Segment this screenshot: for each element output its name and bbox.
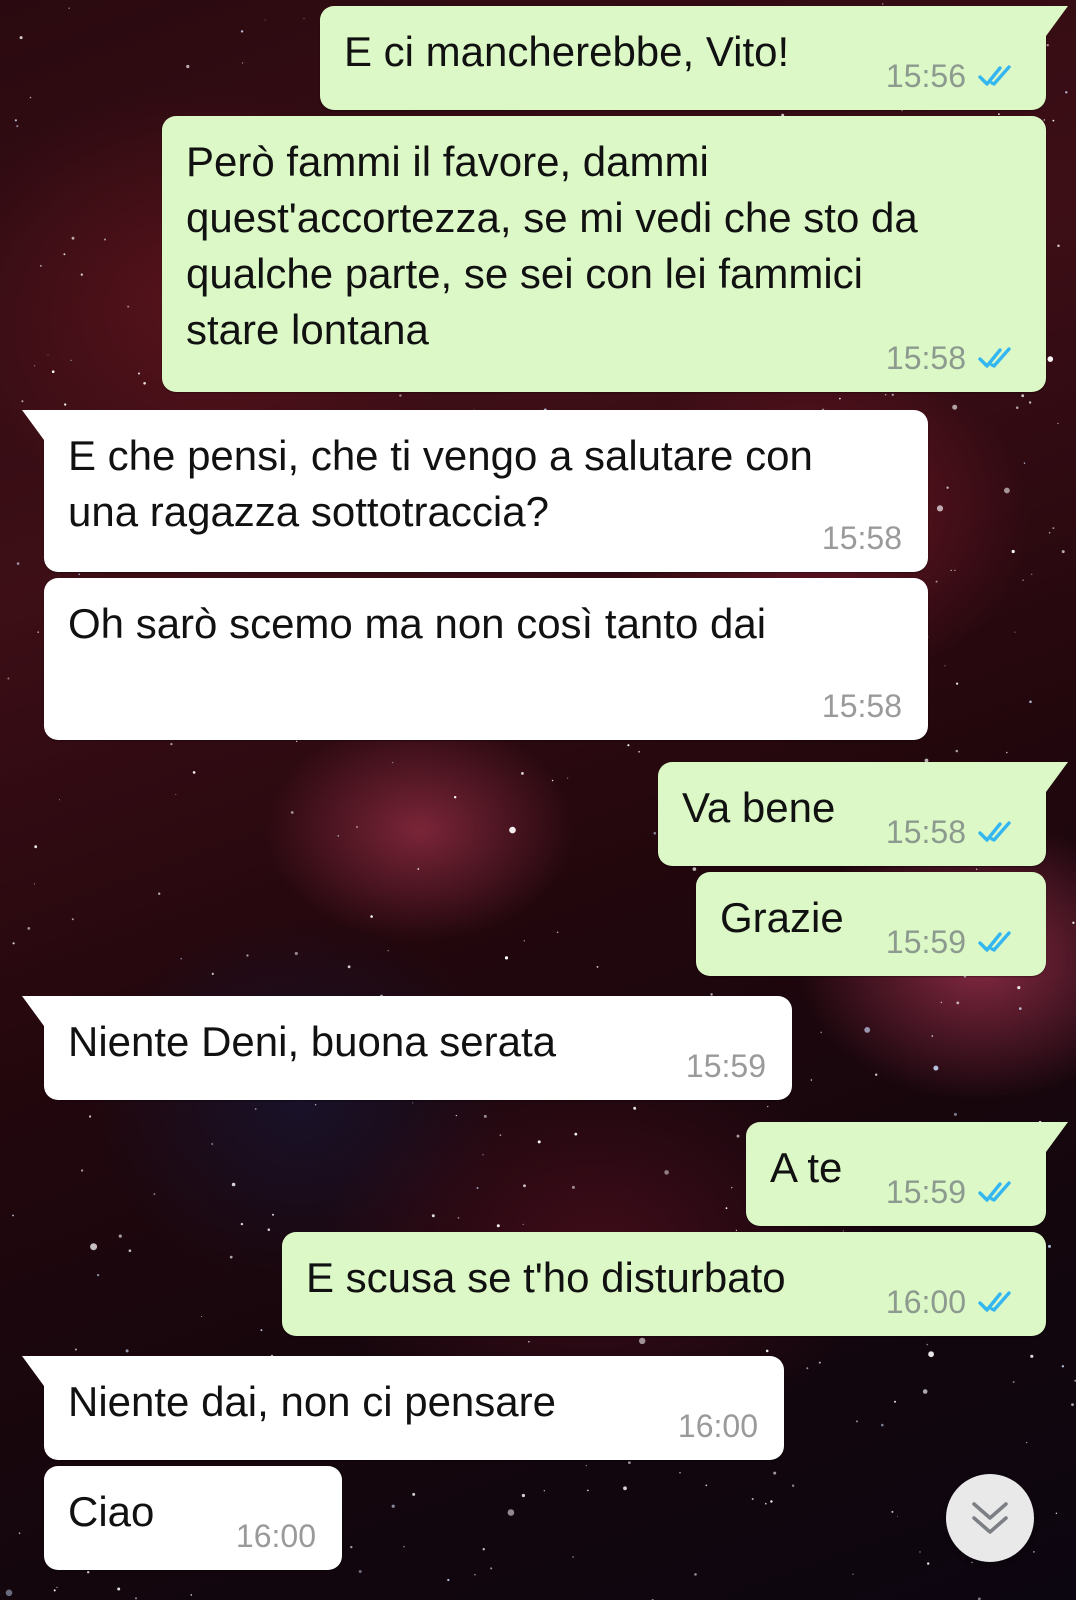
message-text: E ci mancherebbe, Vito! (344, 28, 790, 75)
chat-message-list: E ci mancherebbe, Vito! 15:56 Però fammi… (0, 0, 1076, 1600)
double-check-icon (978, 1181, 1011, 1202)
message-text: Grazie (720, 894, 844, 941)
message-time: 15:58 (821, 520, 902, 556)
message-text: E che pensi, che ti vengo a salutare con… (68, 432, 813, 535)
message-text: Va bene (682, 784, 836, 831)
message-meta: 16:00 (678, 1408, 758, 1444)
message-bubble-outgoing[interactable]: E scusa se t'ho disturbato 16:00 (282, 1232, 1046, 1336)
chevron-double-down-icon (972, 1502, 1008, 1534)
message-meta: 16:00 (886, 1284, 1020, 1320)
message-bubble-outgoing[interactable]: Però fammi il favore, dammi quest'accort… (162, 116, 1046, 392)
message-bubble-incoming[interactable]: Niente Deni, buona serata 15:59 (22, 996, 792, 1100)
message-time: 16:00 (235, 1518, 316, 1554)
message-time: 15:59 (885, 924, 966, 960)
message-text: Oh sarò scemo ma non così tanto dai (68, 600, 767, 647)
message-bubble-outgoing[interactable]: E ci mancherebbe, Vito! 15:56 (320, 6, 1068, 110)
message-text: E scusa se t'ho disturbato (306, 1254, 786, 1301)
message-time: 16:00 (885, 1284, 966, 1320)
message-time: 15:58 (821, 688, 902, 724)
scroll-to-bottom-button[interactable] (946, 1474, 1034, 1562)
message-bubble-outgoing[interactable]: Va bene 15:58 (658, 762, 1068, 866)
message-time: 15:58 (885, 814, 966, 850)
message-meta: 15:58 (886, 814, 1020, 850)
message-time: 15:59 (685, 1048, 766, 1084)
message-meta: 15:59 (886, 924, 1020, 960)
message-meta: 15:59 (686, 1048, 766, 1084)
message-bubble-incoming[interactable]: Oh sarò scemo ma non così tanto dai 15:5… (44, 578, 928, 740)
message-time: 16:00 (677, 1408, 758, 1444)
double-check-icon (978, 65, 1011, 86)
double-check-icon (978, 931, 1011, 952)
message-meta: 15:58 (886, 340, 1020, 376)
message-time: 15:58 (885, 340, 966, 376)
message-meta: 15:58 (822, 688, 902, 724)
message-time: 15:59 (885, 1174, 966, 1210)
message-time: 15:56 (885, 58, 966, 94)
message-text: Niente dai, non ci pensare (68, 1378, 556, 1425)
double-check-icon (978, 821, 1011, 842)
message-bubble-outgoing[interactable]: A te 15:59 (746, 1122, 1068, 1226)
double-check-icon (978, 1291, 1011, 1312)
message-meta: 15:56 (886, 58, 1020, 94)
message-bubble-outgoing[interactable]: Grazie 15:59 (696, 872, 1046, 976)
message-text: A te (770, 1144, 843, 1191)
message-text: Ciao (68, 1488, 155, 1535)
message-meta: 15:59 (886, 1174, 1020, 1210)
message-text: Niente Deni, buona serata (68, 1018, 556, 1065)
message-meta: 15:58 (822, 520, 902, 556)
message-meta: 16:00 (236, 1518, 316, 1554)
message-bubble-incoming[interactable]: Niente dai, non ci pensare 16:00 (22, 1356, 784, 1460)
message-text: Però fammi il favore, dammi quest'accort… (186, 138, 918, 353)
message-bubble-incoming[interactable]: Ciao 16:00 (44, 1466, 342, 1570)
double-check-icon (978, 347, 1011, 368)
message-bubble-incoming[interactable]: E che pensi, che ti vengo a salutare con… (22, 410, 928, 572)
